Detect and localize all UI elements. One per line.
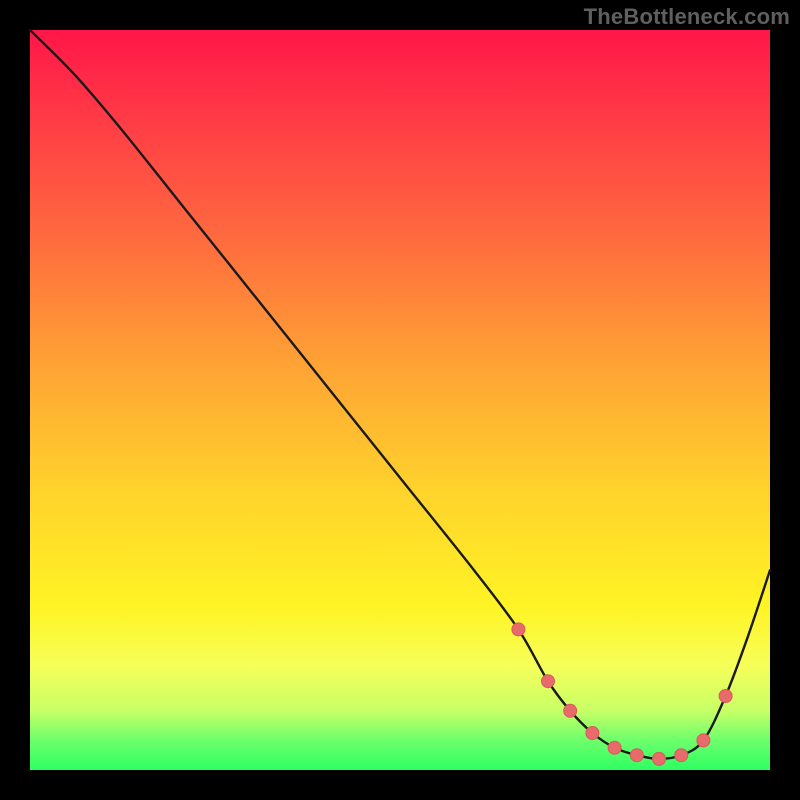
curve-marker xyxy=(697,734,710,747)
curve-marker xyxy=(675,749,688,762)
chart-svg xyxy=(30,30,770,770)
curve-marker xyxy=(630,749,643,762)
chart-stage: TheBottleneck.com xyxy=(0,0,800,800)
watermark-text: TheBottleneck.com xyxy=(584,4,790,30)
curve-marker xyxy=(564,704,577,717)
curve-marker xyxy=(719,690,732,703)
bottleneck-curve-line xyxy=(30,30,770,759)
curve-marker xyxy=(653,752,666,765)
chart-plot-area xyxy=(30,30,770,770)
curve-marker xyxy=(608,741,621,754)
curve-marker xyxy=(512,623,525,636)
curve-markers xyxy=(512,623,732,766)
curve-marker xyxy=(586,727,599,740)
curve-marker xyxy=(542,675,555,688)
